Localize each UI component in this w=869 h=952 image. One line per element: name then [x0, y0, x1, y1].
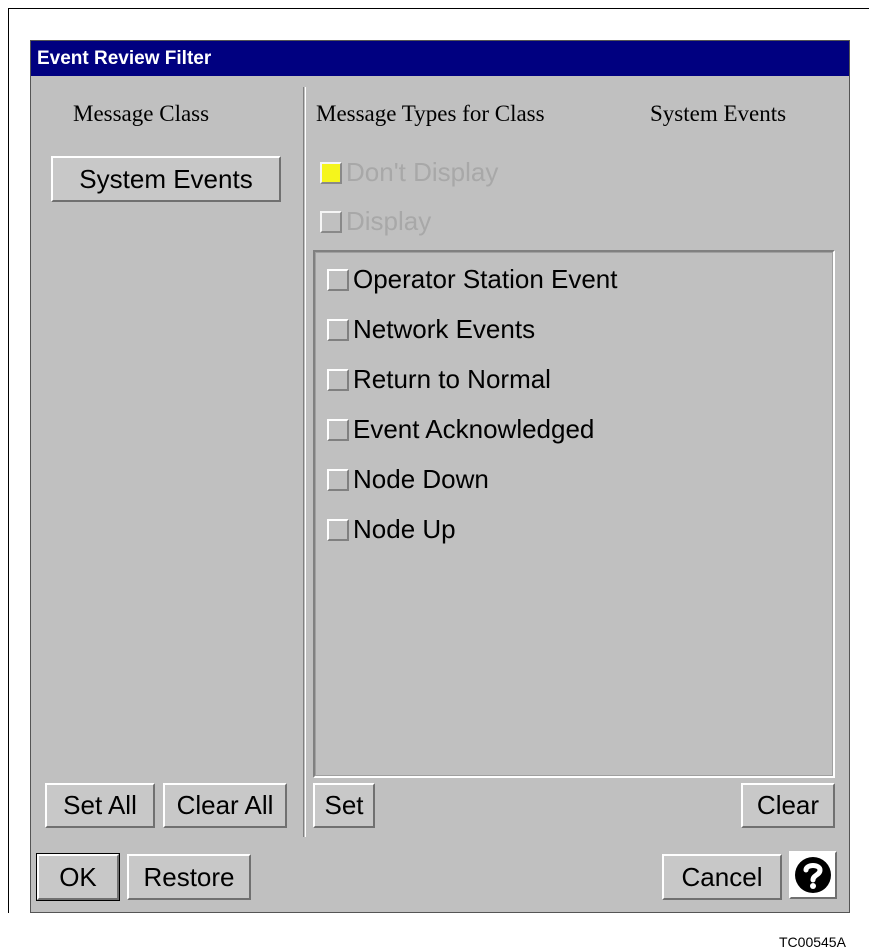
ok-button[interactable]: OK: [36, 853, 120, 901]
checkbox[interactable]: [327, 518, 349, 541]
list-item[interactable]: Operator Station Event: [327, 264, 617, 295]
restore-button[interactable]: Restore: [127, 854, 251, 900]
clear-all-button[interactable]: Clear All: [163, 783, 287, 828]
dont-display-checkbox[interactable]: [320, 161, 342, 184]
question-mark-circle-icon: [795, 857, 831, 893]
display-checkbox[interactable]: [320, 210, 342, 233]
list-item[interactable]: Return to Normal: [327, 364, 551, 395]
system-events-class-button[interactable]: System Events: [51, 156, 281, 202]
set-all-button[interactable]: Set All: [45, 783, 155, 828]
help-button[interactable]: [789, 851, 837, 899]
panel-divider: [303, 87, 306, 837]
checkbox[interactable]: [327, 318, 349, 341]
list-item-label: Node Up: [353, 514, 456, 544]
dont-display-label: Don't Display: [346, 157, 499, 187]
figure-caption: TC00545A: [779, 934, 846, 950]
checkbox[interactable]: [327, 368, 349, 391]
list-item[interactable]: Node Up: [327, 514, 456, 545]
display-option[interactable]: Display: [320, 206, 431, 237]
list-item[interactable]: Node Down: [327, 464, 489, 495]
checkbox[interactable]: [327, 468, 349, 491]
display-label: Display: [346, 206, 432, 236]
checkbox[interactable]: [327, 418, 349, 441]
clear-button[interactable]: Clear: [741, 783, 835, 828]
current-class-label: System Events: [650, 101, 787, 126]
message-types-heading: Message Types for Class: [316, 101, 545, 126]
cancel-button[interactable]: Cancel: [662, 854, 782, 900]
list-item[interactable]: Network Events: [327, 314, 535, 345]
checkbox[interactable]: [327, 268, 349, 291]
message-class-heading: Message Class: [73, 101, 210, 126]
list-item-label: Operator Station Event: [353, 264, 618, 294]
list-item[interactable]: Event Acknowledged: [327, 414, 594, 445]
dont-display-option[interactable]: Don't Display: [320, 157, 498, 188]
set-button[interactable]: Set: [313, 783, 375, 828]
list-item-label: Network Events: [353, 314, 536, 344]
list-item-label: Event Acknowledged: [353, 414, 595, 444]
list-item-label: Node Down: [353, 464, 489, 494]
window-title: Event Review Filter: [31, 41, 849, 76]
event-review-filter-dialog: Event Review Filter Message Class System…: [30, 40, 850, 913]
list-item-label: Return to Normal: [353, 364, 551, 394]
